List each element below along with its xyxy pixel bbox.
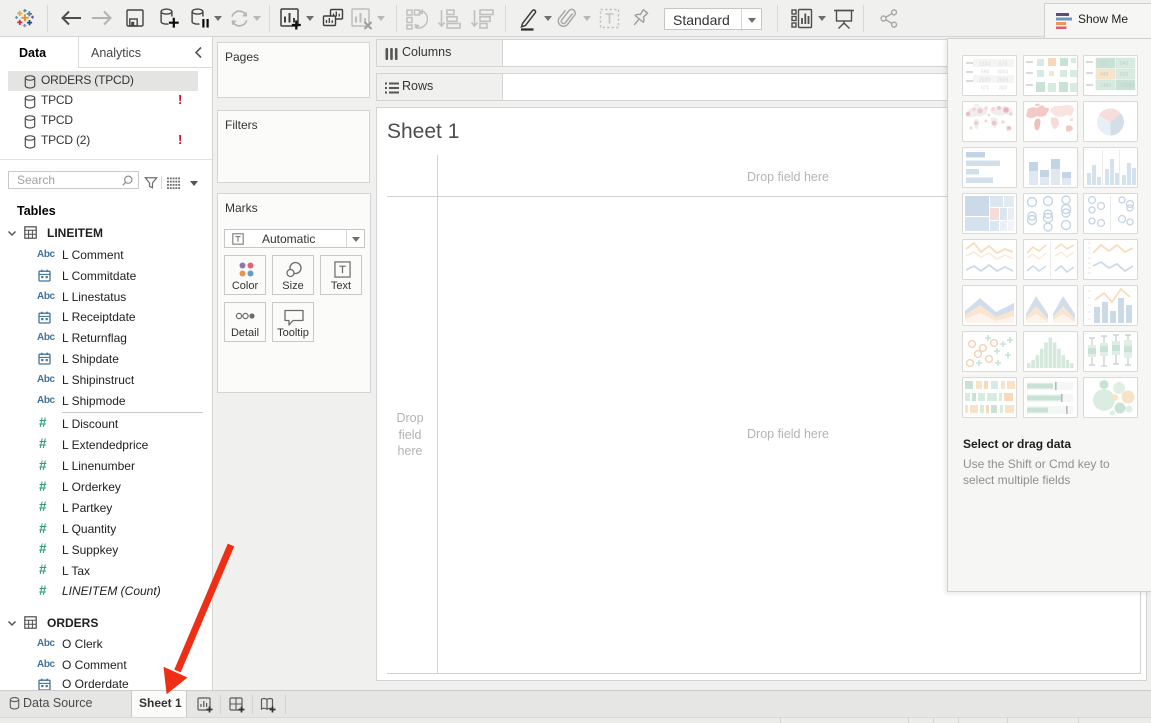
svg-text:1234: 1234 — [979, 62, 990, 68]
svg-text:123: 123 — [1100, 61, 1109, 67]
svg-text:550: 550 — [981, 70, 990, 76]
svg-text:2559: 2559 — [997, 78, 1008, 84]
svg-text:10500: 10500 — [1120, 83, 1134, 89]
svg-text:302: 302 — [999, 86, 1008, 92]
svg-text:540: 540 — [1120, 61, 1129, 67]
svg-text:620: 620 — [1120, 72, 1129, 78]
svg-text:2400: 2400 — [1100, 83, 1111, 89]
svg-text:948: 948 — [1100, 72, 1109, 78]
svg-text:3004: 3004 — [997, 70, 1008, 76]
svg-text:2020: 2020 — [979, 78, 990, 84]
svg-text:573: 573 — [999, 62, 1008, 68]
svg-text:071: 071 — [981, 86, 990, 92]
